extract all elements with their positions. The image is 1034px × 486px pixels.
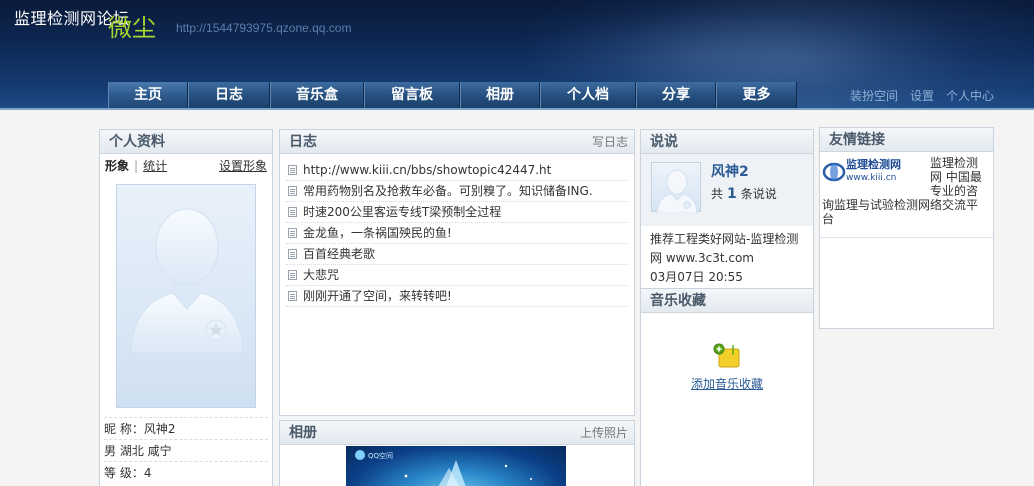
profile-panel-title: 个人资料	[109, 134, 165, 150]
list-item[interactable]: 刚刚开通了空间，来转转吧!	[286, 286, 628, 307]
album-panel-header: 相册 上传照片	[280, 421, 634, 445]
document-icon	[288, 270, 297, 280]
tab-separator: |	[134, 159, 139, 173]
say-latest-text: 推荐工程类好网站-监理检测网 www.3c3t.com	[650, 232, 799, 265]
say-avatar[interactable]	[651, 162, 701, 214]
diary-list: http://www.kiii.cn/bbs/showtopic42447.ht…	[280, 154, 634, 307]
profile-panel: 个人资料 形象 | 统计 设置形象 昵 称：风神2 男 湖北 咸宁 等 级：4	[99, 129, 273, 486]
say-count-number[interactable]: 1	[727, 186, 737, 202]
nav-album[interactable]: 相册	[460, 82, 540, 109]
diary-panel: 日志 写日志 http://www.kiii.cn/bbs/showtopic4…	[279, 129, 635, 416]
tab-image[interactable]: 形象	[105, 159, 129, 173]
say-timestamp: 03月07日 20:55	[650, 270, 743, 284]
say-panel-title: 说说	[650, 134, 678, 150]
add-music-link[interactable]: 添加音乐收藏	[641, 375, 813, 392]
profile-tabs: 形象 | 统计 设置形象	[100, 154, 272, 178]
document-icon	[288, 291, 297, 301]
friend-link-item[interactable]: 监理检测网 www.kiii.cn 监理检测网 中国最专业的咨询监理与试验检测网…	[820, 152, 993, 238]
diary-panel-title: 日志	[289, 134, 317, 150]
album-cover-art: QQ空间	[355, 450, 532, 486]
personal-center-link[interactable]: 个人中心	[946, 87, 994, 104]
music-panel-header: 音乐收藏	[641, 289, 813, 313]
say-count-suffix: 条说说	[740, 187, 777, 201]
album-cover-image[interactable]: QQ空间	[346, 446, 566, 486]
say-user-name[interactable]: 风神2	[711, 161, 749, 181]
nav-guestbook[interactable]: 留言板	[364, 82, 460, 109]
diary-panel-header: 日志 写日志	[280, 130, 634, 154]
album-cover-caption: QQ空间	[368, 451, 393, 460]
location-row: 男 湖北 咸宁	[104, 439, 268, 461]
friends-panel-title: 友情链接	[829, 132, 885, 148]
document-icon	[288, 249, 297, 259]
avatar[interactable]	[116, 184, 256, 408]
profile-panel-header: 个人资料	[100, 130, 272, 154]
site-name: 微尘	[108, 14, 156, 42]
upload-photo-link[interactable]: 上传照片	[580, 421, 628, 445]
tab-stats[interactable]: 统计	[143, 159, 167, 173]
default-avatar-icon	[656, 169, 698, 214]
nickname-row: 昵 称：风神2	[104, 417, 268, 439]
nav-share[interactable]: 分享	[636, 82, 716, 109]
nav-home[interactable]: 主页	[108, 82, 188, 109]
list-item[interactable]: http://www.kiii.cn/bbs/showtopic42447.ht	[286, 160, 628, 181]
write-diary-link[interactable]: 写日志	[592, 130, 628, 154]
nav-diary[interactable]: 日志	[188, 82, 270, 109]
document-icon	[288, 186, 297, 196]
document-icon	[288, 165, 297, 175]
set-image-link[interactable]: 设置形象	[219, 154, 267, 178]
list-item[interactable]: 金龙鱼，一条祸国殃民的鱼!	[286, 223, 628, 244]
list-item[interactable]: 大悲咒	[286, 265, 628, 286]
friends-panel-header: 友情链接	[820, 128, 993, 152]
settings-link[interactable]: 设置	[910, 87, 934, 104]
music-panel-title: 音乐收藏	[650, 293, 706, 309]
decorate-space-link[interactable]: 装扮空间	[850, 87, 898, 104]
album-panel: 相册 上传照片 QQ空间	[279, 420, 635, 486]
document-icon	[288, 228, 297, 238]
list-item[interactable]: 百首经典老歌	[286, 244, 628, 265]
site-url[interactable]: http://1544793975.qzone.qq.com	[176, 21, 351, 35]
kiii-logo-url: www.kiii.cn	[846, 173, 896, 183]
say-summary: 风神2 共 1 条说说	[641, 154, 813, 226]
page-header: 监理检测网论坛 微尘 http://1544793975.qzone.qq.co…	[0, 0, 1034, 110]
kiii-logo[interactable]: 监理检测网 www.kiii.cn	[822, 156, 926, 186]
album-panel-title: 相册	[289, 425, 317, 441]
nav-more[interactable]: 更多	[716, 82, 797, 109]
default-avatar-icon	[130, 208, 244, 354]
top-links: 装扮空间 设置 个人中心	[850, 87, 994, 104]
say-count-prefix: 共	[711, 187, 724, 201]
list-item[interactable]: 常用药物别名及抢救车必备。可别糗了。知识储备ING.	[286, 181, 628, 202]
add-music-icon[interactable]	[713, 341, 743, 369]
main-nav: 主页 日志 音乐盒 留言板 相册 个人档 分享 更多	[108, 82, 797, 109]
friends-panel: 友情链接 监理检测网 www.kiii.cn 监理检测网 中国最专业的咨询监理与…	[819, 127, 994, 329]
say-panel: 说说 风神2 共 1 条说说 推荐工程类好网站-监理检测网 www.3c3t.com…	[640, 129, 814, 289]
level-row: 等 级：4	[104, 461, 268, 483]
say-count: 共 1 条说说	[711, 185, 777, 202]
list-item[interactable]: 时速200公里客运专线T梁预制全过程	[286, 202, 628, 223]
say-panel-header: 说说	[641, 130, 813, 154]
music-panel: 音乐收藏 添加音乐收藏	[640, 288, 814, 486]
nav-profile[interactable]: 个人档	[540, 82, 636, 109]
kiii-logo-text: 监理检测网	[846, 157, 901, 171]
nav-music-box[interactable]: 音乐盒	[270, 82, 364, 109]
header-divider	[0, 108, 1034, 110]
document-icon	[288, 207, 297, 217]
